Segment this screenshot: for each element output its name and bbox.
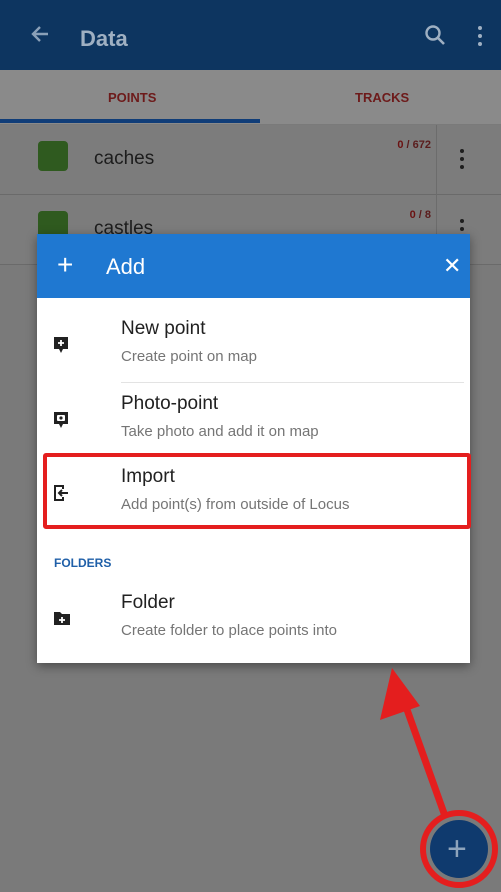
annotation-arrow <box>380 668 498 888</box>
